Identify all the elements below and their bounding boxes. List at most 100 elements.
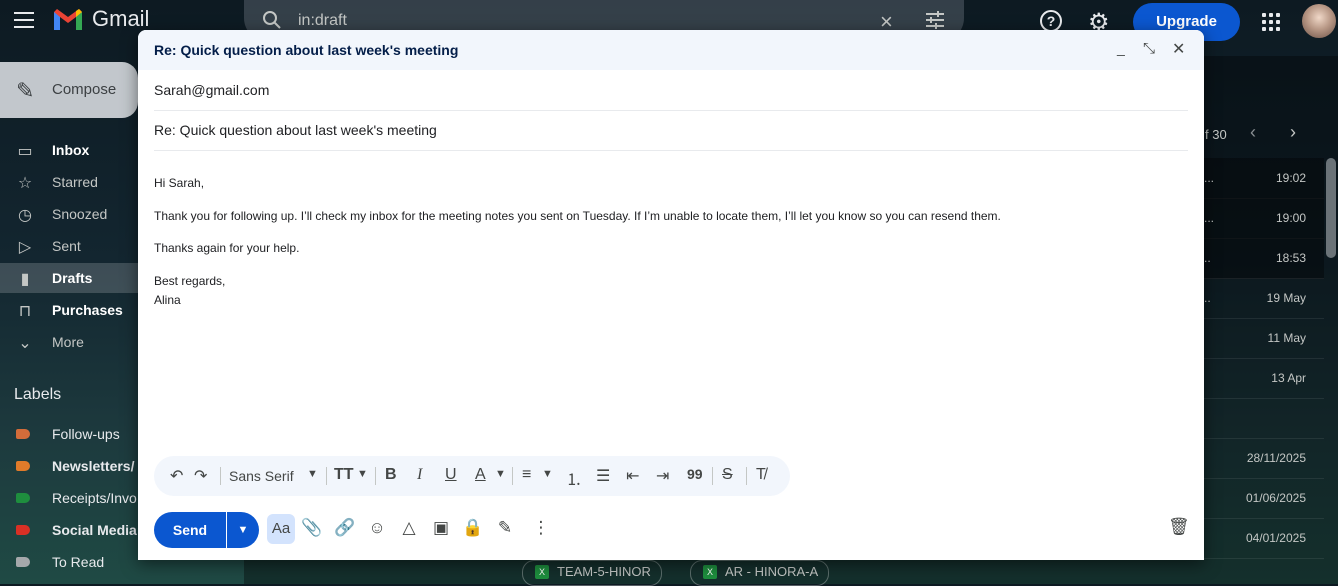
trash-icon[interactable]: 🗑 [1168, 517, 1190, 537]
sidebar-label-receipts[interactable]: Receipts/Invo [0, 483, 138, 513]
sidebar-label-social-media[interactable]: Social Media [0, 515, 138, 545]
subject-value[interactable]: Re: Quick question about last week's mee… [154, 122, 437, 138]
avatar[interactable] [1302, 4, 1336, 38]
signature-icon[interactable]: ✎ [494, 518, 516, 538]
indent-more-icon[interactable]: ⇥ [656, 466, 669, 486]
sidebar-label-newsletters[interactable]: Newsletters/ [0, 451, 138, 481]
body-signoff[interactable]: Best regards, [154, 274, 225, 288]
compose-button[interactable]: ✎ Compose [0, 62, 138, 118]
compose-dialog: Re: Quick question about last week's mee… [138, 30, 1204, 560]
sidebar-item-snoozed[interactable]: ◷ Snoozed [0, 199, 138, 229]
font-size-icon[interactable]: TT [334, 466, 354, 484]
sidebar-item-label: Purchases [52, 302, 123, 318]
sidebar-label-follow-ups[interactable]: Follow-ups [0, 419, 138, 449]
label-name: Receipts/Invo [52, 490, 137, 506]
bulleted-list-icon[interactable]: ☰ [596, 466, 610, 486]
scrollbar[interactable] [1326, 158, 1336, 258]
label-name: To Read [52, 554, 105, 570]
numbered-list-icon[interactable]: ⒈ [566, 466, 582, 490]
subject-field[interactable]: Re: Quick question about last week's mee… [154, 110, 1188, 151]
table-row[interactable] [1204, 398, 1324, 439]
toolbar-divider [746, 467, 747, 485]
underline-icon[interactable]: U [445, 466, 457, 484]
attachment-chip[interactable]: X TEAM-5-HINOR [522, 560, 662, 586]
remove-formatting-icon[interactable]: T̸ [756, 466, 766, 484]
label-name: Follow-ups [52, 426, 120, 442]
photo-icon[interactable]: ▣ [430, 518, 452, 538]
body-paragraph[interactable]: Thanks again for your help. [154, 241, 299, 255]
attachment-chip[interactable]: X AR - HINORA-A [690, 560, 830, 586]
table-row[interactable]: ... 19:00 [1204, 198, 1324, 239]
link-icon[interactable]: 🔗 [334, 518, 356, 538]
sidebar-item-label: Drafts [52, 270, 93, 286]
to-field[interactable]: Sarah@gmail.com [154, 70, 1188, 111]
more-options-icon[interactable]: ⋮ [530, 518, 552, 538]
sidebar-item-inbox[interactable]: ▭ Inbox [0, 135, 138, 165]
chevron-down-icon[interactable]: ▼ [495, 468, 506, 480]
help-icon[interactable]: ? [1040, 10, 1062, 32]
label-name: Social Media [52, 522, 137, 538]
sidebar-label-to-read[interactable]: To Read [0, 547, 138, 577]
align-icon[interactable]: ≡ [522, 466, 531, 484]
body-paragraph[interactable]: Thank you for following up. I’ll check m… [154, 209, 1001, 223]
gmail-m-icon [54, 9, 82, 30]
table-row[interactable]: 01/06/2025 [1204, 478, 1324, 519]
exit-fullscreen-icon[interactable]: ⤡ [1143, 40, 1155, 57]
attach-icon[interactable]: 📎 [301, 518, 323, 538]
compose-label: Compose [52, 81, 117, 98]
attachment-name: AR - HINORA-A [725, 564, 819, 579]
send-options-button[interactable]: ▼ [227, 512, 259, 548]
font-selector[interactable]: Sans Serif [229, 468, 294, 484]
sidebar-item-purchases[interactable]: ⊓ Purchases [0, 295, 138, 325]
clock-icon: ◷ [18, 207, 32, 224]
label-tag-icon [16, 525, 30, 535]
strikethrough-icon[interactable]: S [722, 466, 733, 484]
compose-title: Re: Quick question about last week's mee… [154, 42, 459, 58]
sidebar-item-starred[interactable]: ☆ Starred [0, 167, 138, 197]
chevron-down-icon[interactable]: ▼ [357, 468, 368, 480]
chevron-left-icon[interactable]: ‹ [1250, 122, 1256, 143]
table-row[interactable]: ... 19:02 [1204, 158, 1324, 199]
chevron-down-icon: ▼ [237, 524, 249, 536]
body-signature[interactable]: Alina [154, 293, 181, 307]
chevron-right-icon[interactable]: › [1290, 122, 1296, 143]
apps-grid-icon[interactable] [1262, 13, 1280, 31]
table-row[interactable]: .. 19 May [1204, 278, 1324, 319]
chevron-down-icon[interactable]: ▼ [542, 468, 553, 480]
chevron-down-icon[interactable]: ▼ [307, 468, 318, 480]
italic-icon[interactable]: I [417, 466, 422, 484]
row-snippet: .. [1204, 251, 1211, 265]
emoji-icon[interactable]: ☺ [366, 518, 388, 538]
text-color-icon[interactable]: A [475, 466, 486, 484]
sidebar-item-sent[interactable]: ▷ Sent [0, 231, 138, 261]
table-row[interactable]: 11 May [1204, 318, 1324, 359]
bold-icon[interactable]: B [385, 466, 397, 484]
table-row[interactable]: 28/11/2025 [1204, 438, 1324, 479]
indent-less-icon[interactable]: ⇤ [626, 466, 639, 486]
send-button[interactable]: Send [154, 512, 226, 548]
gmail-logo[interactable]: Gmail [52, 6, 149, 32]
search-input[interactable]: in:draft [298, 12, 347, 30]
sidebar-item-more[interactable]: ⌄ More [0, 327, 138, 357]
table-row[interactable]: 13 Apr [1204, 358, 1324, 399]
search-icon[interactable] [262, 10, 282, 30]
table-row[interactable]: .. 18:53 [1204, 238, 1324, 279]
row-time: 01/06/2025 [1245, 491, 1306, 505]
row-snippet: ... [1204, 171, 1215, 185]
formatting-options-button[interactable]: Aa [267, 514, 295, 544]
table-row[interactable]: 04/01/2025 [1204, 518, 1324, 559]
compose-header[interactable]: Re: Quick question about last week's mee… [138, 30, 1204, 70]
body-greeting[interactable]: Hi Sarah, [154, 176, 204, 190]
main-menu-icon[interactable] [14, 12, 34, 28]
confidential-mode-icon[interactable]: 🔒 [462, 518, 484, 538]
undo-icon[interactable]: ↶ [170, 466, 183, 486]
redo-icon[interactable]: ↷ [194, 466, 207, 486]
labels-heading: Labels [14, 386, 62, 403]
recipient-value[interactable]: Sarah@gmail.com [154, 82, 269, 98]
close-icon[interactable]: ✕ [1172, 39, 1185, 59]
filter-options-icon[interactable] [924, 10, 946, 30]
sidebar-item-drafts[interactable]: ▮ Drafts [0, 263, 138, 293]
drive-icon[interactable]: △ [398, 518, 420, 538]
quote-icon[interactable]: 99 [687, 466, 703, 482]
minimize-icon[interactable]: _ [1117, 40, 1125, 56]
